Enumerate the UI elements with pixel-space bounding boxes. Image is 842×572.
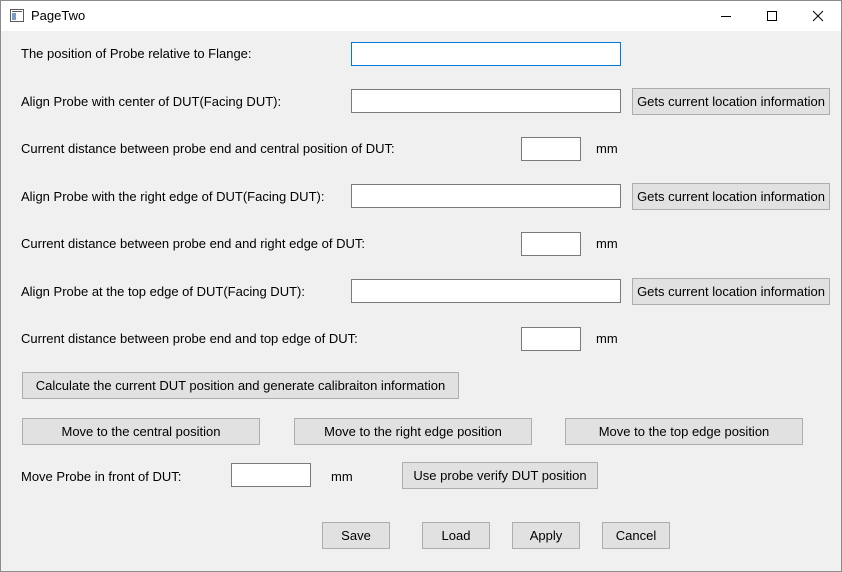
verify-dut-position-button[interactable]: Use probe verify DUT position [402, 462, 598, 489]
front-distance-field[interactable] [231, 463, 311, 487]
probe-flange-label: The position of Probe relative to Flange… [21, 46, 252, 61]
apply-button[interactable]: Apply [512, 522, 580, 549]
align-center-label: Align Probe with center of DUT(Facing DU… [21, 94, 282, 109]
dist-top-label: Current distance between probe end and t… [21, 331, 358, 346]
minimize-button[interactable] [703, 1, 749, 31]
align-center-field[interactable] [351, 89, 621, 113]
page-two-window: PageTwo The position of Probe relative t… [0, 0, 842, 572]
close-button[interactable] [795, 1, 841, 31]
align-right-field[interactable] [351, 184, 621, 208]
move-top-edge-button[interactable]: Move to the top edge position [565, 418, 803, 445]
minimize-icon [721, 16, 731, 17]
dist-center-label: Current distance between probe end and c… [21, 141, 395, 156]
get-top-location-button[interactable]: Gets current location information [632, 278, 830, 305]
align-top-field[interactable] [351, 279, 621, 303]
save-button[interactable]: Save [322, 522, 390, 549]
cancel-button[interactable]: Cancel [602, 522, 670, 549]
front-unit: mm [331, 469, 353, 484]
title-bar: PageTwo [1, 1, 841, 31]
load-button[interactable]: Load [422, 522, 490, 549]
probe-flange-field[interactable] [351, 42, 621, 66]
dist-right-field[interactable] [521, 232, 581, 256]
maximize-icon [767, 11, 777, 21]
move-right-edge-button[interactable]: Move to the right edge position [294, 418, 532, 445]
get-right-location-button[interactable]: Gets current location information [632, 183, 830, 210]
dist-top-field[interactable] [521, 327, 581, 351]
move-central-button[interactable]: Move to the central position [22, 418, 260, 445]
app-icon [10, 9, 24, 22]
dist-center-field[interactable] [521, 137, 581, 161]
front-label: Move Probe in front of DUT: [21, 469, 182, 484]
align-right-label: Align Probe with the right edge of DUT(F… [21, 189, 325, 204]
dist-right-label: Current distance between probe end and r… [21, 236, 365, 251]
get-center-location-button[interactable]: Gets current location information [632, 88, 830, 115]
dist-top-unit: mm [596, 331, 618, 346]
align-top-label: Align Probe at the top edge of DUT(Facin… [21, 284, 305, 299]
maximize-button[interactable] [749, 1, 795, 31]
close-icon [812, 10, 824, 22]
dist-right-unit: mm [596, 236, 618, 251]
calculate-calibration-button[interactable]: Calculate the current DUT position and g… [22, 372, 459, 399]
dist-center-unit: mm [596, 141, 618, 156]
window-title: PageTwo [31, 8, 86, 23]
